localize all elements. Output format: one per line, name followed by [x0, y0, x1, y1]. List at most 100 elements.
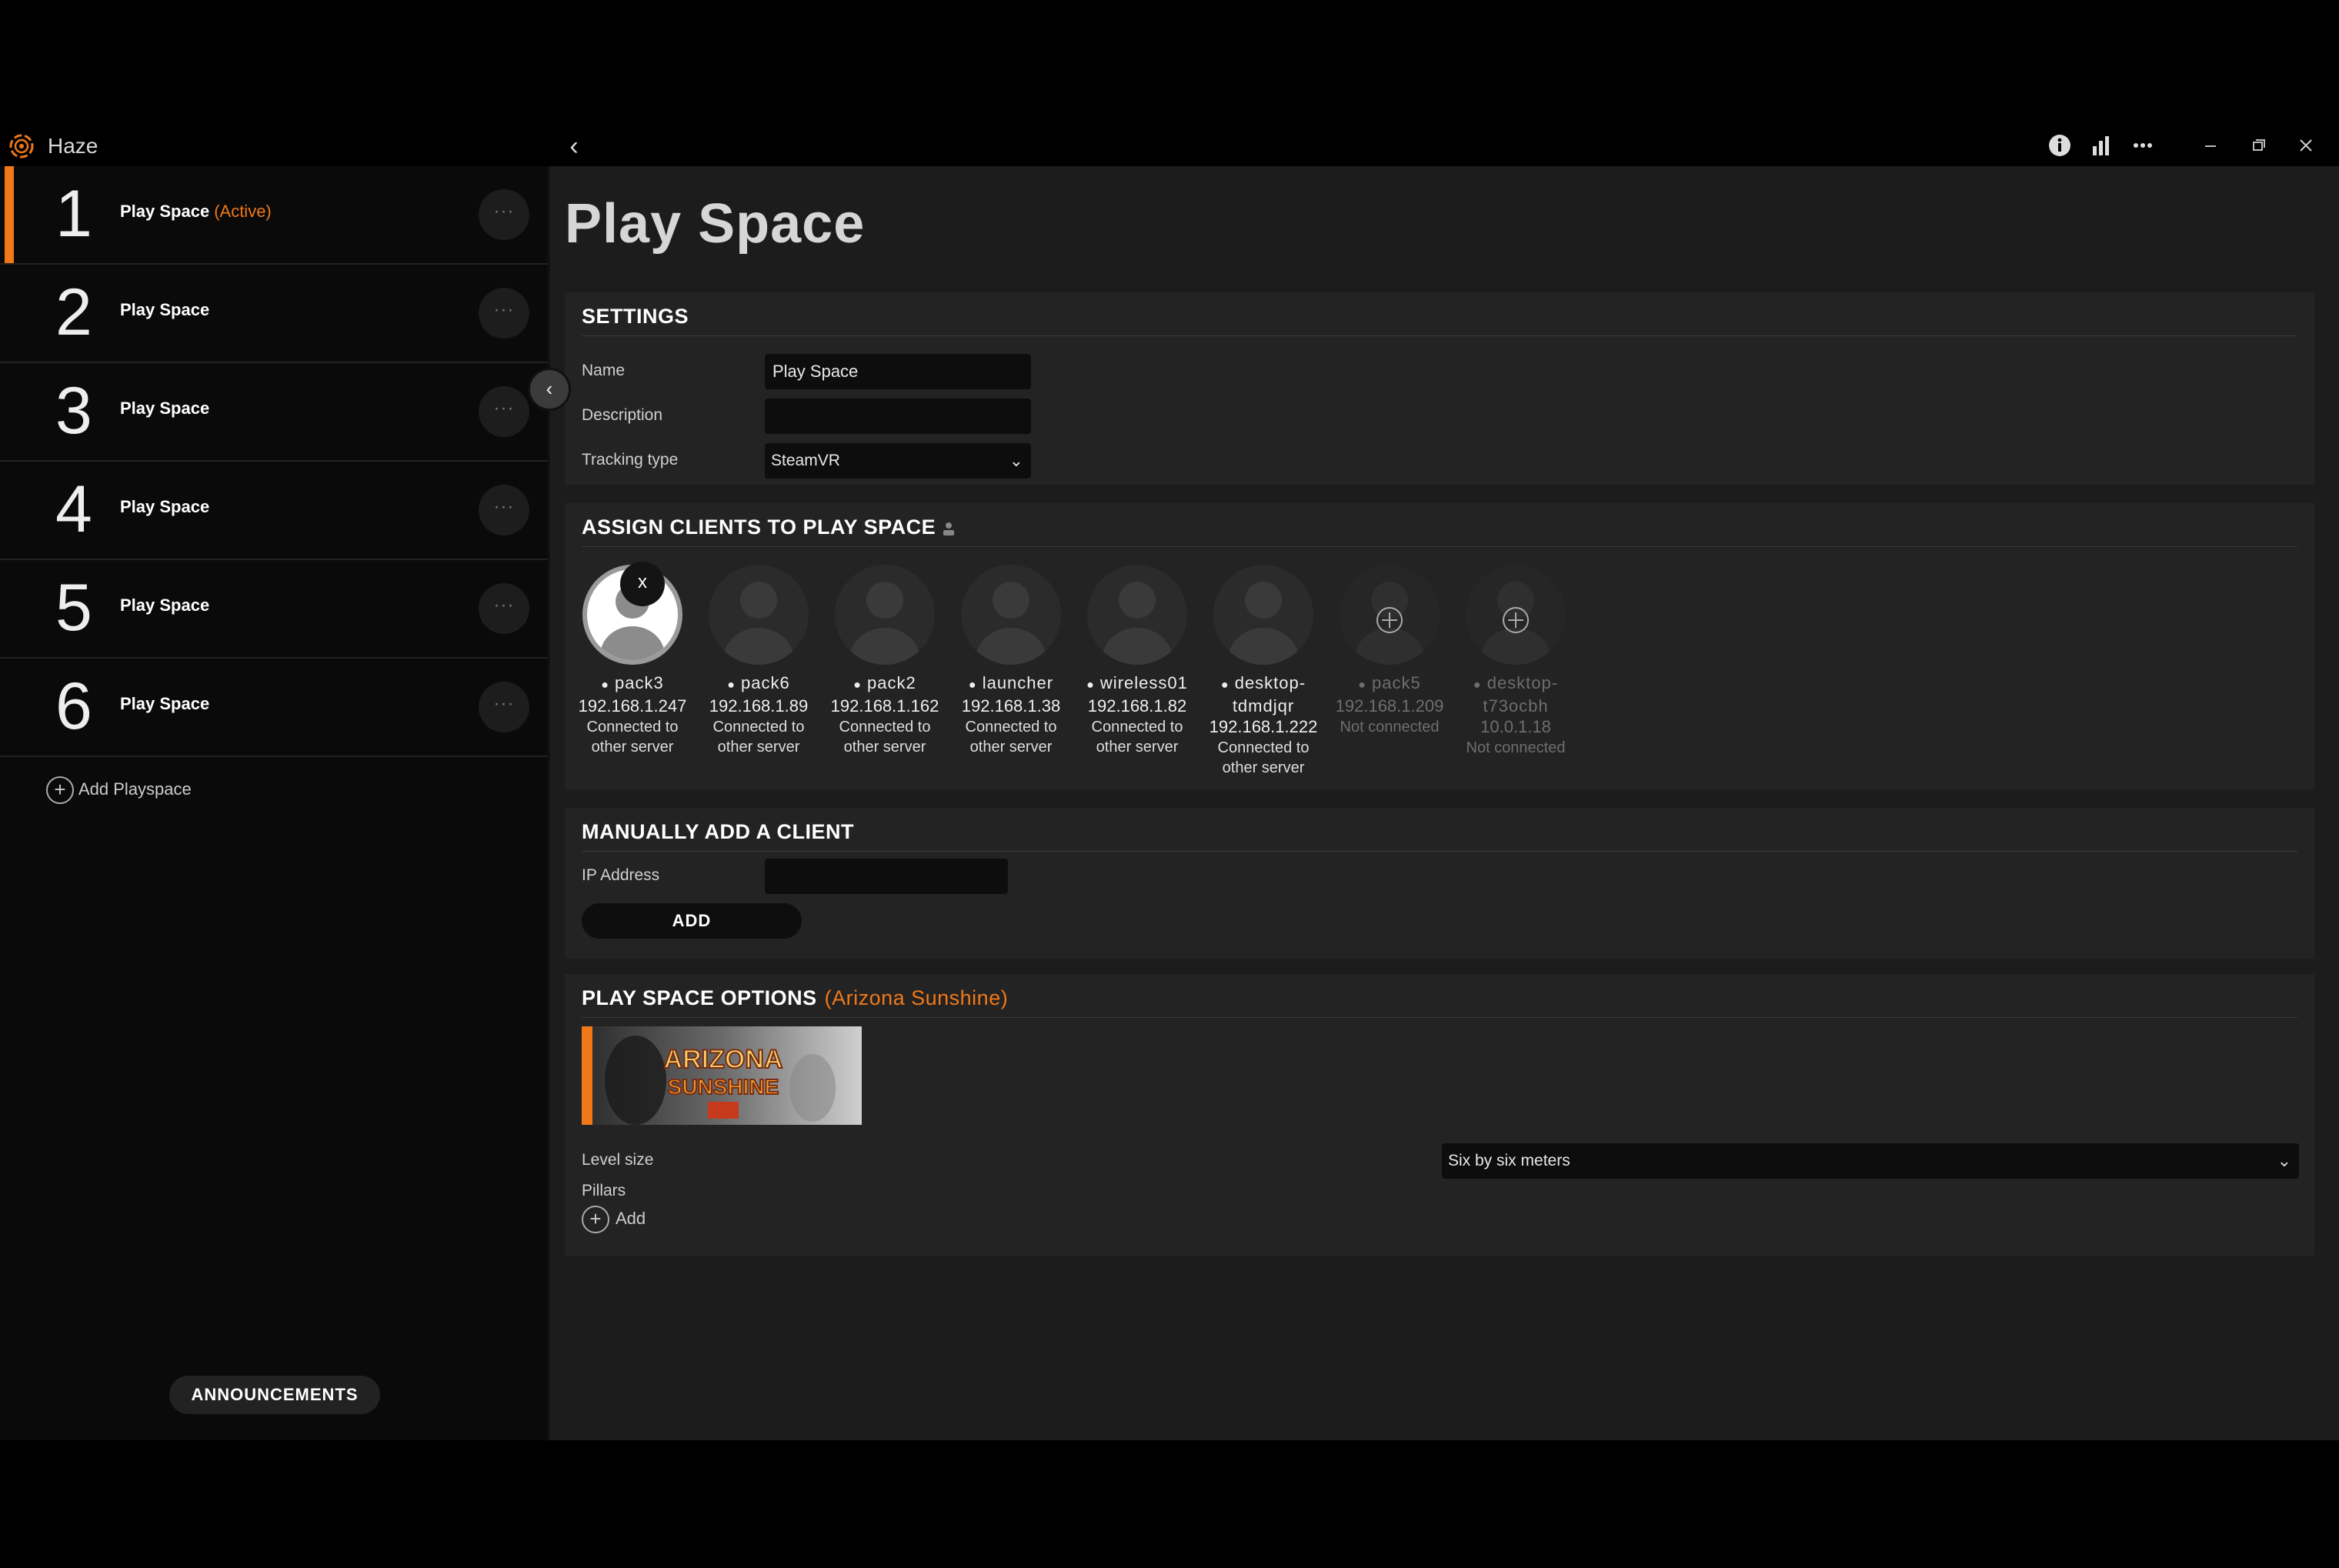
- playspace-number: 2: [55, 275, 92, 349]
- playspace-number: 1: [55, 177, 92, 251]
- client-ip: 192.168.1.82: [1087, 696, 1187, 716]
- user-icon: ●: [1473, 679, 1482, 692]
- client-card-pack5[interactable]: ● pack5 192.168.1.209 Not connected: [1326, 565, 1453, 737]
- announcements-button[interactable]: ANNOUNCEMENTS: [169, 1376, 380, 1414]
- close-icon[interactable]: [2293, 132, 2319, 158]
- playspace-more-button[interactable]: ···: [479, 189, 529, 240]
- tracking-type-label: Tracking type: [582, 451, 679, 469]
- assign-clients-title: ASSIGN CLIENTS TO PLAY SPACE: [582, 515, 956, 539]
- client-ip: 192.168.1.209: [1335, 696, 1444, 716]
- haze-logo-icon: [9, 134, 34, 158]
- level-size-select[interactable]: Six by six meters ⌄: [1442, 1143, 2299, 1179]
- client-card-desktop-t73ocbh[interactable]: ● desktop-t73ocbh 10.0.1.18 Not connecte…: [1453, 565, 1579, 758]
- remove-client-button[interactable]: x: [620, 562, 665, 606]
- user-icon: [943, 522, 955, 535]
- user-icon: ●: [727, 679, 736, 692]
- user-icon: ●: [1086, 679, 1095, 692]
- user-icon: ●: [853, 679, 862, 692]
- client-name: ● desktop-tdmdjqr: [1220, 673, 1306, 716]
- app-title: Haze: [48, 134, 98, 158]
- thumbnail-title: ARIZONA: [664, 1045, 783, 1074]
- section-divider: [582, 1017, 2297, 1018]
- restore-icon[interactable]: [2245, 132, 2271, 158]
- sidebar-item-playspace-2[interactable]: 2 Play Space ···: [0, 265, 548, 363]
- client-name: ● pack3: [601, 673, 664, 692]
- client-card-pack2[interactable]: ● pack2 192.168.1.162 Connected to other…: [822, 565, 948, 757]
- ip-address-label: IP Address: [582, 866, 660, 884]
- play-space-options-section: PLAY SPACE OPTIONS (Arizona Sunshine) AR…: [565, 974, 2314, 1256]
- client-ip: 192.168.1.222: [1209, 717, 1318, 736]
- back-arrow-icon[interactable]: ‹: [559, 131, 589, 162]
- sidebar-item-playspace-1[interactable]: 1 Play Space (Active) ···: [0, 166, 548, 265]
- game-thumbnail[interactable]: ARIZONA SUNSHINE: [582, 1026, 862, 1125]
- thumbnail-subtitle: SUNSHINE: [668, 1075, 779, 1099]
- client-card-pack6[interactable]: ● pack6 192.168.1.89 Connected to other …: [696, 565, 822, 757]
- sidebar-item-playspace-3[interactable]: 3 Play Space ···: [0, 363, 548, 462]
- client-card-wireless01[interactable]: ● wireless01 192.168.1.82 Connected to o…: [1074, 565, 1200, 757]
- ip-address-field[interactable]: [765, 859, 1008, 894]
- playspace-more-button[interactable]: ···: [479, 386, 529, 437]
- tracking-type-select[interactable]: SteamVR ⌄: [765, 443, 1031, 479]
- playspace-label: Play Space: [120, 497, 210, 516]
- playspace-more-button[interactable]: ···: [479, 583, 529, 634]
- user-avatar-icon: [723, 582, 794, 665]
- avatar: [709, 565, 809, 665]
- client-card-desktop-tdmdjqr[interactable]: ● desktop-tdmdjqr 192.168.1.222 Connecte…: [1200, 565, 1326, 778]
- sidebar-item-playspace-4[interactable]: 4 Play Space ···: [0, 462, 548, 560]
- collapse-sidebar-button[interactable]: ‹: [528, 368, 571, 411]
- main-content: Play Space SETTINGS Name Play Space Desc…: [549, 166, 2339, 1440]
- playspace-number: 3: [55, 374, 92, 448]
- active-indicator: [5, 166, 14, 263]
- add-pillar-button[interactable]: + Add: [582, 1205, 646, 1234]
- manual-add-client-section: MANUALLY ADD A CLIENT IP Address ADD: [565, 808, 2314, 959]
- info-icon[interactable]: [2047, 132, 2073, 158]
- playspace-label: Play Space: [120, 399, 210, 418]
- client-status: Connected to other server: [1091, 719, 1183, 756]
- add-playspace-label: Add Playspace: [78, 779, 192, 799]
- user-icon: ●: [1220, 679, 1230, 692]
- minimize-icon[interactable]: [2197, 132, 2224, 158]
- add-pillar-label: Add: [616, 1209, 646, 1228]
- assign-clients-section: ASSIGN CLIENTS TO PLAY SPACE x ● pack3 1…: [565, 503, 2314, 789]
- playspace-label: Play Space: [120, 596, 210, 615]
- client-ip: 192.168.1.247: [578, 696, 687, 716]
- options-title: PLAY SPACE OPTIONS (Arizona Sunshine): [582, 986, 1009, 1009]
- title-bar: Haze ‹: [0, 123, 2339, 166]
- client-name: ● wireless01: [1086, 673, 1188, 692]
- level-size-value: Six by six meters: [1448, 1152, 1570, 1169]
- client-status: Connected to other server: [586, 719, 679, 756]
- arizona-sunshine-thumbnail: ARIZONA SUNSHINE: [582, 1026, 862, 1125]
- client-card-pack3[interactable]: x ● pack3 192.168.1.247 Connected to oth…: [569, 562, 696, 757]
- playspace-more-button[interactable]: ···: [479, 485, 529, 535]
- avatar: [1213, 565, 1313, 665]
- sidebar-item-playspace-6[interactable]: 6 Play Space ···: [0, 659, 548, 757]
- description-field[interactable]: [765, 399, 1031, 434]
- level-size-label: Level size: [582, 1151, 654, 1169]
- playspace-label: Play Space: [120, 300, 210, 319]
- section-divider: [582, 335, 2297, 336]
- client-status: Connected to other server: [712, 719, 805, 756]
- more-icon[interactable]: [2130, 132, 2156, 158]
- playspace-more-button[interactable]: ···: [479, 288, 529, 339]
- client-card-launcher[interactable]: ● launcher 192.168.1.38 Connected to oth…: [948, 565, 1074, 757]
- user-avatar-icon: [849, 582, 920, 665]
- add-playspace-button[interactable]: + Add Playspace: [46, 774, 192, 805]
- page-title: Play Space: [565, 193, 866, 255]
- name-field[interactable]: Play Space: [765, 354, 1031, 389]
- stats-icon[interactable]: [2088, 132, 2114, 158]
- playspace-number: 5: [55, 571, 92, 645]
- avatar: [961, 565, 1061, 665]
- user-avatar-icon: [1228, 582, 1299, 665]
- client-ip: 10.0.1.18: [1480, 717, 1551, 736]
- section-divider: [582, 546, 2297, 547]
- avatar: [1466, 565, 1566, 665]
- playspace-sidebar: 1 Play Space (Active) ··· 2 Play Space ··…: [0, 166, 549, 1440]
- selected-game-name: (Arizona Sunshine): [824, 986, 1009, 1009]
- add-client-button[interactable]: ADD: [582, 903, 802, 939]
- user-icon: ●: [968, 679, 977, 692]
- app-window: Haze ‹ 1 Play Space (Active) ··· 2 Play …: [0, 123, 2339, 1440]
- avatar: [1340, 565, 1440, 665]
- playspace-more-button[interactable]: ···: [479, 682, 529, 732]
- user-icon: ●: [1358, 679, 1366, 692]
- sidebar-item-playspace-5[interactable]: 5 Play Space ···: [0, 560, 548, 659]
